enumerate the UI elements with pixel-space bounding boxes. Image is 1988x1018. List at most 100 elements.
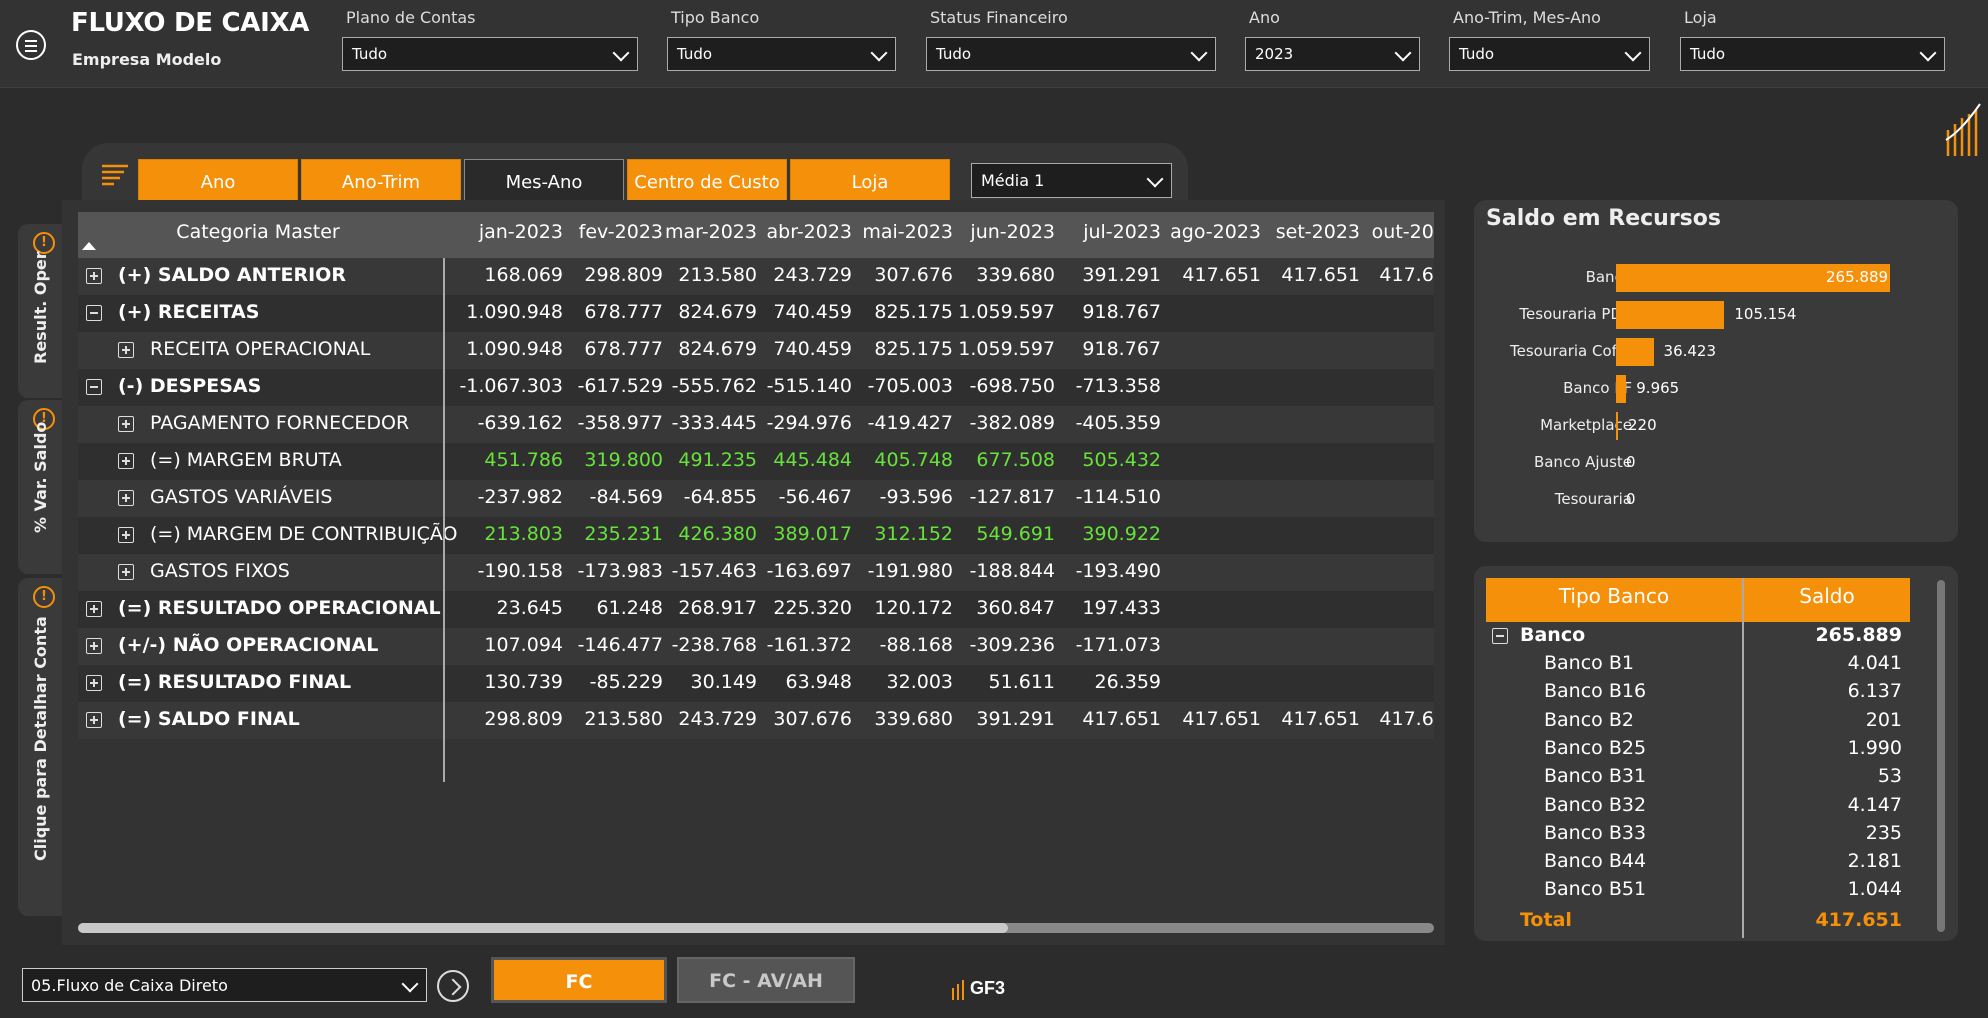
table-row[interactable]: Banco B32 4.147 [1486,792,1910,820]
expand-icon[interactable] [86,638,102,654]
table-group-row[interactable]: Banco 265.889 [1486,622,1910,650]
menu-icon[interactable] [16,30,46,60]
expand-icon[interactable] [86,601,102,617]
column-header-month[interactable]: set-2023 [1250,221,1360,243]
row-label: (=) MARGEM BRUTA [150,449,342,471]
cell-value: -88.168 [879,634,953,656]
bar-row[interactable]: Tesouraria 0 [1474,484,1958,514]
bar-row[interactable]: Banco Ajuste 0 [1474,447,1958,477]
bar-row[interactable]: Banco 265.889 [1474,262,1958,292]
cell-value: -713.358 [1075,375,1161,397]
column-header-tipo-banco[interactable]: Tipo Banco [1486,584,1742,608]
bar[interactable] [1616,301,1725,329]
cell-value: 825.175 [874,338,953,360]
collapse-icon[interactable] [86,305,102,321]
table-row[interactable]: Banco B1 4.041 [1486,650,1910,678]
expand-icon[interactable] [118,416,134,432]
cell-value: -705.003 [867,375,953,397]
table-row[interactable]: (+) RECEITAS 1.090.948 678.777 824.679 740.4… [78,295,1434,332]
expand-icon[interactable] [118,453,134,469]
table-row[interactable]: (=) SALDO FINAL 298.809 213.580 243.729 307.… [78,702,1434,739]
table-row[interactable]: GASTOS VARIÁVEIS -237.982 -84.569 -64.855 -5… [78,480,1434,517]
collapse-icon[interactable] [1492,628,1508,644]
table-row[interactable]: Banco B44 2.181 [1486,848,1910,876]
column-header-month[interactable]: mai-2023 [843,221,953,243]
expand-icon[interactable] [118,527,134,543]
chevron-down-icon [1624,44,1642,62]
filter-loja[interactable]: Tudo [1680,37,1945,71]
bar-row[interactable]: Banco PF 9.965 [1474,373,1958,403]
expand-icon[interactable] [118,342,134,358]
column-header-month[interactable]: out-2023 [1348,221,1434,243]
cell-value: 32.003 [886,671,953,693]
table-row[interactable]: (+/-) NÃO OPERACIONAL 107.094 -146.477 -238… [78,628,1434,665]
filter-ano[interactable]: 2023 [1245,37,1420,71]
table-row[interactable]: (=) MARGEM DE CONTRIBUIÇÃO 213.803 235.231… [78,517,1434,554]
collapse-icon[interactable] [86,379,102,395]
column-header-month[interactable]: jun-2023 [945,221,1055,243]
table-row[interactable]: Banco B51 1.044 [1486,876,1910,904]
table-row[interactable]: Banco B25 1.990 [1486,735,1910,763]
expand-icon[interactable] [118,564,134,580]
expand-icon[interactable] [86,268,102,284]
row-label: RECEITA OPERACIONAL [150,338,371,360]
bar-row[interactable]: Tesouraria PDV 105.154 [1474,299,1958,329]
table-row[interactable]: (+) SALDO ANTERIOR 168.069 298.809 213.580 2… [78,258,1434,295]
bar-row[interactable]: Marketplace 220 [1474,410,1958,440]
table-row[interactable]: Banco B16 6.137 [1486,678,1910,706]
table-row[interactable]: (=) MARGEM BRUTA 451.786 319.800 491.235 445… [78,443,1434,480]
group-name: Banco [1520,624,1586,646]
expand-icon[interactable] [118,490,134,506]
side-tab-result-oper[interactable]: ! Result. Oper [18,224,62,398]
table-row[interactable]: (=) RESULTADO OPERACIONAL 23.645 61.248 268… [78,591,1434,628]
horizontal-scrollbar[interactable] [78,923,1434,933]
column-header-month[interactable]: jul-2023 [1051,221,1161,243]
bar[interactable] [1616,338,1654,366]
filter-status-financeiro[interactable]: Tudo [926,37,1216,71]
media-select[interactable]: Média 1 [971,163,1172,198]
column-header-month[interactable]: abr-2023 [742,221,852,243]
expand-icon[interactable] [86,712,102,728]
filter-value: Tudo [1459,45,1495,63]
table-row[interactable]: (=) RESULTADO FINAL 130.739 -85.229 30.149 6… [78,665,1434,702]
fc-button[interactable]: FC [491,957,667,1003]
column-header-saldo[interactable]: Saldo [1744,584,1910,608]
filter-label-ano: Ano [1249,8,1280,27]
vertical-scrollbar[interactable] [1937,580,1945,932]
bank-saldo: 1.044 [1847,878,1902,901]
cell-value: -191.980 [867,560,953,582]
column-header-category[interactable]: Categoria Master [108,221,408,243]
scroll-thumb[interactable] [1937,580,1945,932]
column-header-month[interactable]: mar-2023 [647,221,757,243]
sort-lines-icon[interactable] [100,162,130,192]
filter-tipo-banco[interactable]: Tudo [667,37,896,71]
column-header-month[interactable]: ago-2023 [1151,221,1261,243]
gf3-logo: GF3 [950,970,1020,1002]
cell-value: 391.291 [1082,264,1161,286]
fc-av-ah-button[interactable]: FC - AV/AH [677,957,855,1003]
table-row[interactable]: PAGAMENTO FORNECEDOR -639.162 -358.977 -333… [78,406,1434,443]
bar-value-label: 105.154 [1734,305,1797,323]
bar-row[interactable]: Tesouraria Cofre 36.423 [1474,336,1958,366]
table-row[interactable]: Banco B31 53 [1486,763,1910,791]
filter-plano-de-contas[interactable]: Tudo [342,37,638,71]
bar[interactable] [1616,412,1618,440]
page-select[interactable]: 05.Fluxo de Caixa Direto [22,968,427,1002]
bar[interactable] [1616,375,1627,403]
table-header: Tipo Banco Saldo [1486,578,1910,622]
table-row[interactable]: RECEITA OPERACIONAL 1.090.948 678.777 824.6… [78,332,1434,369]
table-row[interactable]: Banco B33 235 [1486,820,1910,848]
bar-category-label: Tesouraria Cofre [1510,342,1632,360]
navigate-arrow-icon[interactable] [437,970,469,1002]
expand-icon[interactable] [86,675,102,691]
table-row[interactable]: (-) DESPESAS -1.067.303 -617.529 -555.762 -5… [78,369,1434,406]
side-tab-detalhar-conta[interactable]: ! Clique para Detalhar Conta [18,578,62,916]
sort-asc-icon[interactable] [82,242,96,250]
table-row[interactable]: GASTOS FIXOS -190.158 -173.983 -157.463 -163… [78,554,1434,591]
filter-ano-trim-mes-ano[interactable]: Tudo [1449,37,1650,71]
column-header-month[interactable]: jan-2023 [453,221,563,243]
side-tab-var-saldo[interactable]: ! % Var. Saldo [18,400,62,574]
scroll-thumb[interactable] [78,923,1008,933]
table-row[interactable]: Banco B2 201 [1486,707,1910,735]
filter-label-status: Status Financeiro [930,8,1068,27]
